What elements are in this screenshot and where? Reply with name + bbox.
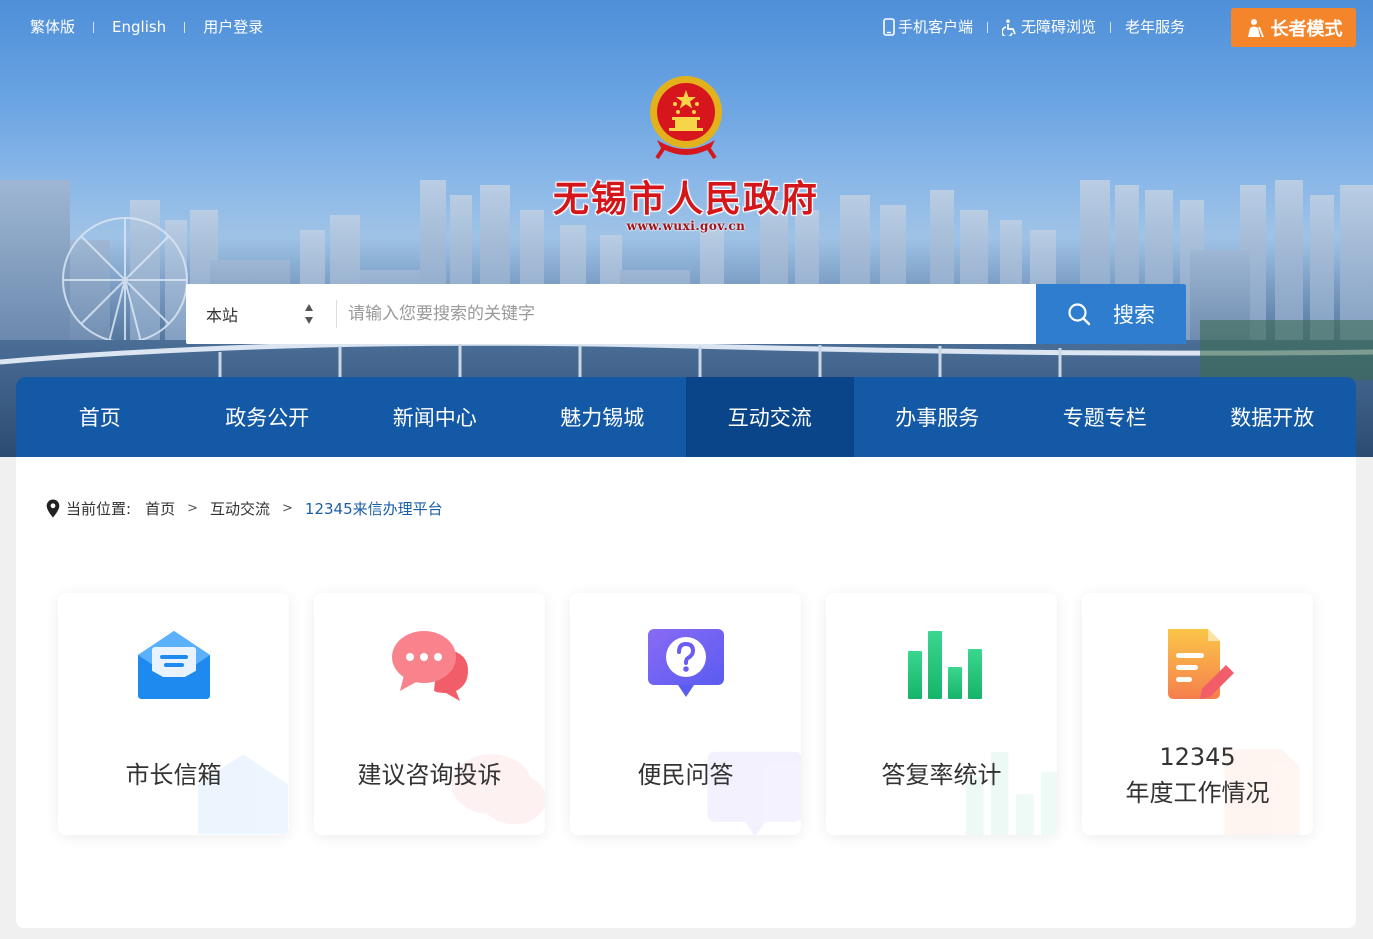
top-left-links: 繁体版 English 用户登录: [30, 17, 263, 37]
search-scope-select[interactable]: 本站: [186, 284, 336, 344]
elder-mode-button[interactable]: 长者模式: [1231, 8, 1356, 47]
mail-icon: [138, 631, 210, 699]
breadcrumb: 当前位置: 首页 > 互动交流 > 12345来信办理平台: [46, 498, 443, 519]
elder-person-icon: [1247, 18, 1264, 37]
card-mayor-mailbox[interactable]: 市长信箱: [58, 593, 289, 835]
breadcrumb-separator: >: [187, 501, 198, 516]
breadcrumb-interaction[interactable]: 互动交流: [210, 498, 270, 519]
document-edit-icon: [1168, 629, 1234, 699]
card-label: 12345 年度工作情况: [1082, 739, 1313, 811]
divider: [93, 21, 95, 33]
divider: [184, 21, 186, 33]
card-suggestion-complaint[interactable]: 建议咨询投诉: [314, 593, 545, 835]
sort-arrows-icon: [305, 304, 313, 324]
card-label: 建议咨询投诉: [357, 761, 502, 789]
card-annual-work-report[interactable]: 12345 年度工作情况: [1082, 593, 1313, 835]
mobile-client-label: 手机客户端: [897, 18, 973, 36]
card-label-line2: 年度工作情况: [1125, 779, 1270, 807]
card-label: 市长信箱: [125, 761, 222, 789]
search-button[interactable]: 搜索: [1036, 284, 1186, 344]
nav-item-open-data[interactable]: 数据开放: [1189, 377, 1357, 457]
traditional-chinese-link[interactable]: 繁体版: [30, 17, 75, 37]
breadcrumb-home[interactable]: 首页: [145, 498, 175, 519]
nav-item-city-charm[interactable]: 魅力锡城: [519, 377, 687, 457]
chat-bubbles-icon: [392, 631, 468, 701]
top-right-links: 手机客户端 无障碍浏览 老年服务: [883, 17, 1185, 37]
nav-item-services[interactable]: 办事服务: [854, 377, 1022, 457]
card-label-line1: 12345: [1159, 743, 1236, 771]
site-url: www.wuxi.gov.cn: [626, 219, 746, 233]
national-emblem-logo: [650, 76, 722, 160]
search-icon: [1068, 303, 1091, 326]
mobile-client-link[interactable]: 手机客户端: [883, 17, 973, 37]
nav-item-special-topics[interactable]: 专题专栏: [1021, 377, 1189, 457]
bar-chart-icon: [908, 631, 982, 699]
location-pin-icon: [46, 499, 60, 518]
card-label: 答复率统计: [881, 761, 1002, 789]
elder-mode-label: 长者模式: [1270, 18, 1343, 40]
search-input[interactable]: [337, 284, 1036, 344]
user-login-link[interactable]: 用户登录: [203, 17, 263, 37]
header-banner: 繁体版 English 用户登录 手机客户端 无障碍浏览 老年服务 长者模式 无…: [0, 0, 1373, 457]
nav-item-interaction[interactable]: 互动交流: [686, 377, 854, 457]
nav-item-news[interactable]: 新闻中心: [351, 377, 519, 457]
accessibility-link[interactable]: 无障碍浏览: [1001, 17, 1096, 37]
divider: [1109, 21, 1111, 33]
breadcrumb-current[interactable]: 12345来信办理平台: [305, 498, 443, 519]
service-cards: 市长信箱 建议咨询投诉 便民问答 答复率统计 12345 年度工作情况: [58, 593, 1314, 835]
nav-item-government-affairs[interactable]: 政务公开: [184, 377, 352, 457]
mobile-phone-icon: [883, 18, 895, 36]
search-bar: 本站 搜索: [186, 284, 1186, 344]
card-public-qa[interactable]: 便民问答: [570, 593, 801, 835]
accessibility-label: 无障碍浏览: [1020, 18, 1096, 36]
site-title: 无锡市人民政府: [552, 178, 819, 220]
content-panel: 当前位置: 首页 > 互动交流 > 12345来信办理平台 市长信箱 建议咨询投…: [16, 457, 1356, 928]
breadcrumb-prefix: 当前位置:: [66, 500, 132, 518]
senior-service-link[interactable]: 老年服务: [1125, 17, 1185, 37]
breadcrumb-separator: >: [282, 501, 293, 516]
question-icon: [648, 629, 724, 697]
wheelchair-icon: [1001, 18, 1016, 36]
top-bar: 繁体版 English 用户登录 手机客户端 无障碍浏览 老年服务 长者模式: [0, 0, 1373, 56]
nav-item-home[interactable]: 首页: [16, 377, 184, 457]
english-link[interactable]: English: [112, 17, 166, 37]
search-scope-value: 本站: [206, 306, 239, 325]
divider: [986, 21, 988, 33]
card-label: 便民问答: [637, 761, 734, 789]
main-nav: 首页 政务公开 新闻中心 魅力锡城 互动交流 办事服务 专题专栏 数据开放: [16, 377, 1356, 457]
card-reply-rate-stats[interactable]: 答复率统计: [826, 593, 1057, 835]
search-button-label: 搜索: [1113, 303, 1155, 327]
